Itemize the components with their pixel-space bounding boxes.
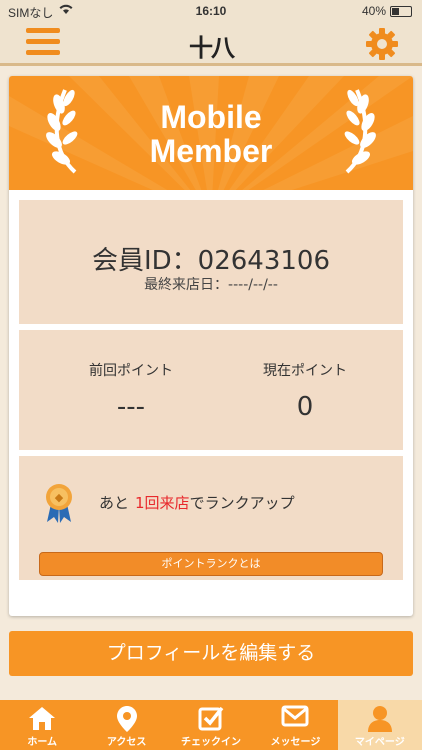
tab-access[interactable]: アクセス — [84, 700, 168, 750]
gear-icon[interactable] — [364, 26, 400, 62]
tab-home-label: ホーム — [27, 737, 58, 748]
battery-percent: 40% — [361, 4, 386, 18]
home-icon — [29, 707, 56, 730]
rank-prefix: あと — [99, 494, 130, 512]
rank-remaining-visits: 1回来店 — [135, 494, 190, 512]
status-bar: SIMなし 16:10 40% — [0, 0, 422, 22]
previous-points-value: --- — [116, 392, 146, 422]
point-rank-info-button[interactable]: ポイントランクとは — [39, 552, 383, 576]
bottom-tab-bar: ホーム アクセス チェックイン メッセージ マイページ — [0, 700, 422, 750]
current-points: 現在ポイント 0 — [225, 360, 385, 422]
tab-mypage-label: マイページ — [354, 737, 405, 748]
previous-points-label: 前回ポイント — [89, 363, 173, 379]
mail-icon — [281, 705, 309, 727]
status-time: 16:10 — [195, 4, 227, 18]
last-visit-date: 最終来店日：----/--/-- — [144, 277, 278, 293]
tab-mypage[interactable]: マイページ — [337, 700, 422, 750]
previous-points: 前回ポイント --- — [51, 360, 211, 422]
person-icon — [367, 706, 392, 732]
current-points-label: 現在ポイント — [263, 363, 347, 379]
mobile-member-banner: Mobile Member — [9, 76, 413, 190]
medal-icon: ◆ — [46, 484, 72, 523]
svg-text:◆: ◆ — [55, 491, 64, 504]
member-id: 会員ID：02643106 — [91, 246, 331, 276]
battery-indicator: 40% — [362, 4, 412, 18]
points-panel: 前回ポイント --- 現在ポイント 0 — [19, 330, 403, 450]
current-points-value: 0 — [296, 392, 314, 422]
laurel-right-icon — [344, 89, 376, 174]
checkin-icon — [198, 706, 224, 731]
edit-profile-button[interactable]: プロフィールを編集する — [9, 631, 413, 676]
member-id-panel: 会員ID：02643106 最終来店日：----/--/-- — [19, 200, 403, 324]
rank-suffix: でランクアップ — [189, 494, 295, 512]
app-header: 十八 — [0, 22, 422, 66]
hamburger-icon[interactable] — [26, 28, 60, 58]
member-card: Mobile Member 会員ID：02643106 最終来店日：----/-… — [9, 76, 413, 616]
tab-home[interactable]: ホーム — [0, 700, 84, 750]
tab-checkin[interactable]: チェックイン — [169, 700, 253, 750]
location-pin-icon — [116, 706, 137, 732]
battery-icon — [390, 5, 412, 17]
tab-message-label: メッセージ — [270, 737, 321, 748]
tab-access-label: アクセス — [106, 737, 147, 748]
rank-up-message: あと 1回来店でランクアップ — [99, 492, 295, 513]
app-logo: 十八 — [189, 33, 235, 62]
tab-message[interactable]: メッセージ — [253, 700, 337, 750]
tab-checkin-label: チェックイン — [181, 737, 242, 748]
rank-panel: ◆ あと 1回来店でランクアップ ポイントランクとは — [19, 456, 403, 580]
